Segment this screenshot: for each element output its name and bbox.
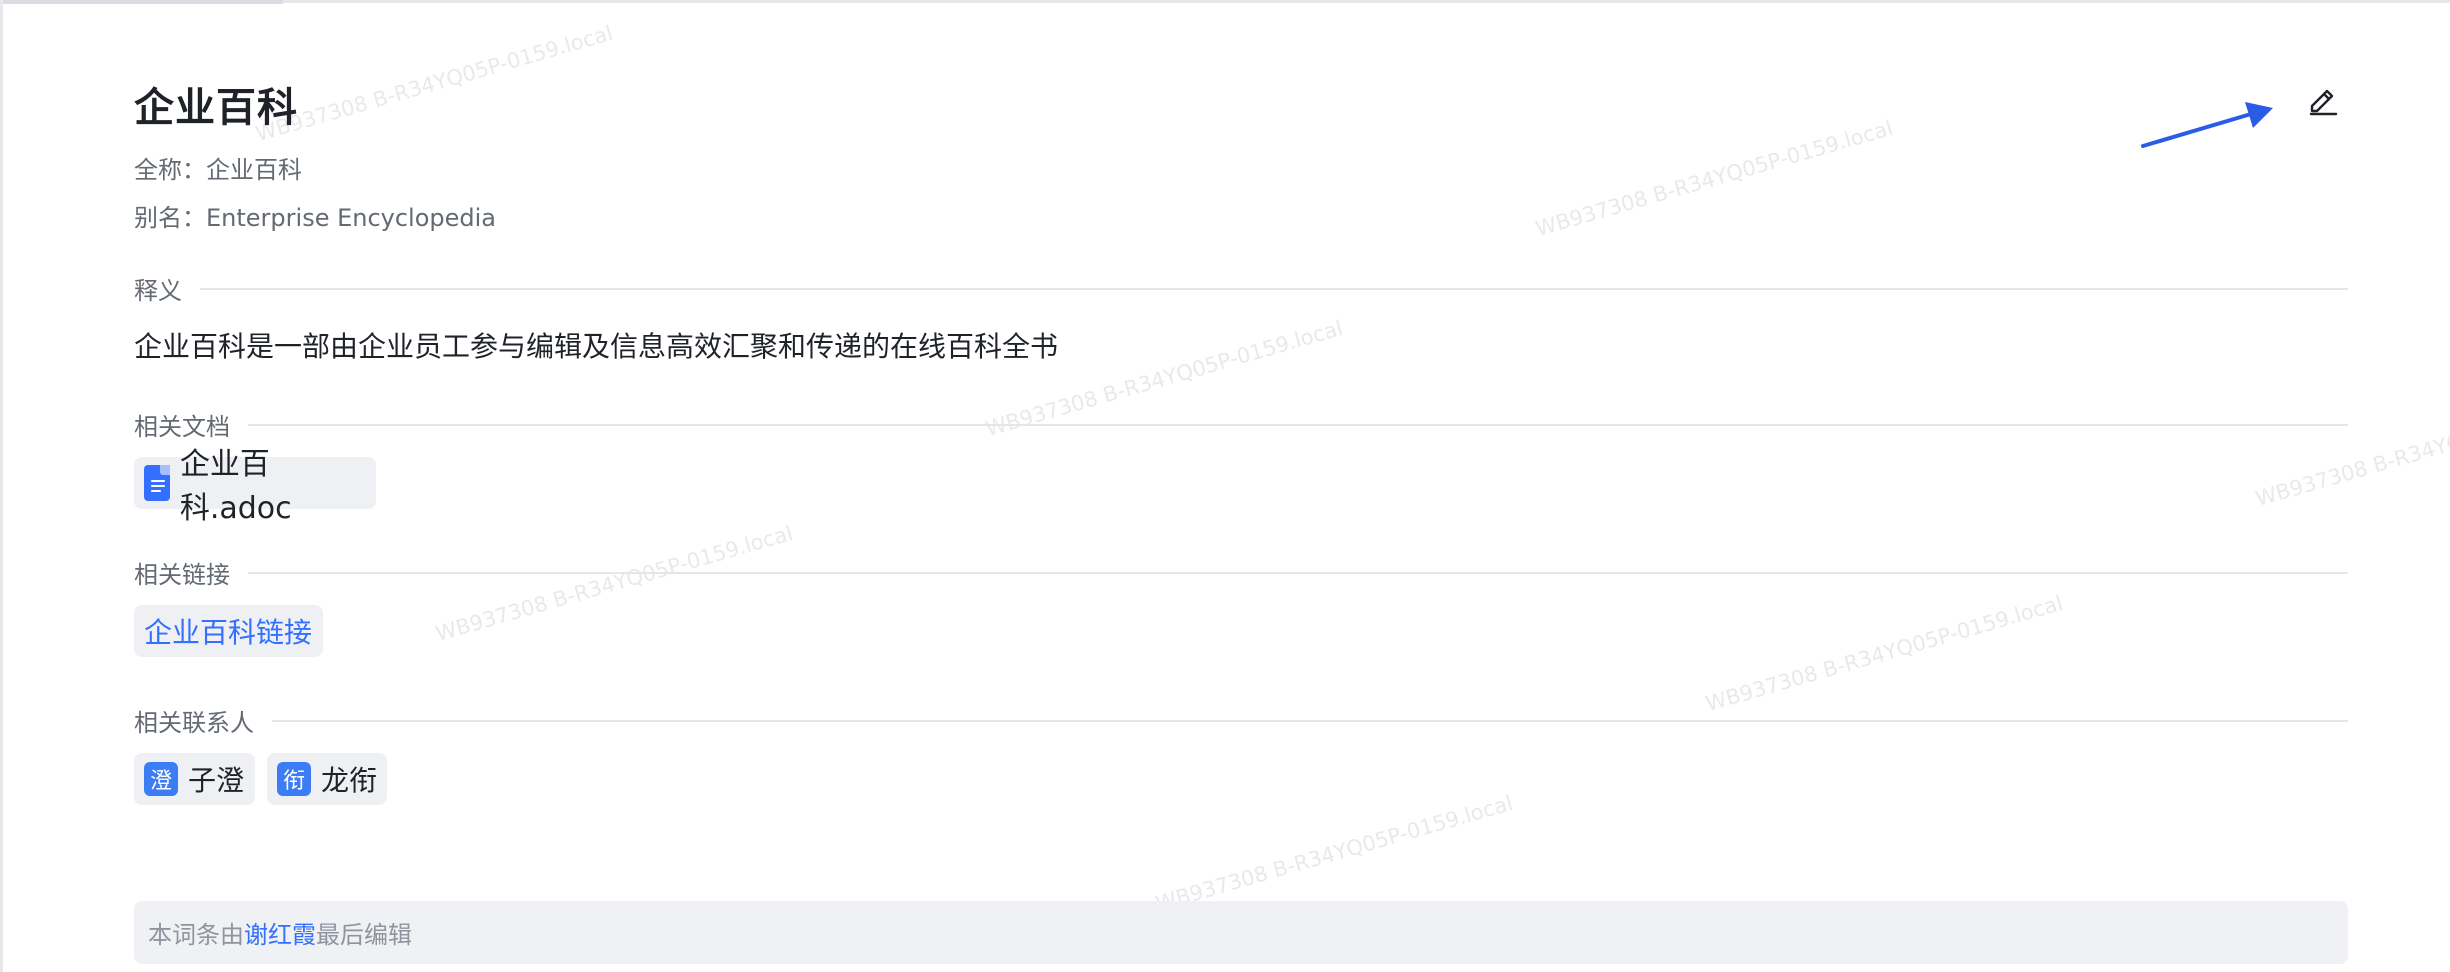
watermark: WB937308 B-R34YQ05P-0159.local (253, 20, 616, 147)
avatar: 澄 (144, 762, 178, 796)
related-doc-name: 企业百科.adoc (179, 447, 292, 526)
definition-text: 企业百科是一部由企业员工参与编辑及信息高效汇聚和传递的在线百科全书 (134, 330, 1059, 363)
entry-title: 企业百科 (134, 85, 298, 131)
divider (134, 720, 2348, 722)
contact-name: 子澄 (188, 764, 245, 797)
full-name-label: 全称： (134, 156, 206, 184)
related-link-chip[interactable]: 企业百科链接 (134, 605, 323, 657)
avatar: 衔 (277, 762, 311, 796)
footer-prefix: 本词条由 (148, 921, 244, 949)
annotation-arrow-icon (2141, 102, 2273, 148)
definition-label: 释义 (134, 271, 200, 306)
related-links-section-header: 相关链接 (134, 555, 2348, 590)
alias-value: Enterprise Encyclopedia (206, 204, 497, 232)
watermark: WB937308 B-R34YQ05P-0159.local (1153, 790, 1516, 917)
encyclopedia-entry-page: WB937308 B-R34YQ05P-0159.local WB937308 … (0, 0, 2450, 972)
related-docs-section-header: 相关文档 (134, 407, 2348, 442)
related-contacts-section-header: 相关联系人 (134, 703, 2348, 738)
alias-row: 别名：Enterprise Encyclopedia (134, 198, 496, 233)
top-tab-indicator (3, 0, 283, 4)
doc-file-icon (144, 465, 170, 501)
editor-link[interactable]: 谢红霞 (244, 915, 316, 950)
alias-label: 别名： (134, 204, 206, 232)
watermark: WB937308 B-R34YQ05P-0159.local (1533, 115, 1896, 242)
contact-chip[interactable]: 澄 子澄 (134, 753, 255, 805)
related-doc-chip[interactable]: 企业百科.adoc (134, 447, 376, 526)
divider (134, 572, 2348, 574)
full-name-value: 企业百科 (206, 156, 302, 184)
related-links-label: 相关链接 (134, 555, 248, 590)
footer-suffix: 最后编辑 (316, 921, 412, 949)
related-link-label: 企业百科链接 (144, 616, 313, 649)
related-docs-label: 相关文档 (134, 407, 248, 442)
watermark: WB937308 B-R34YQ05P-0159.local (1703, 590, 2066, 717)
contact-chip[interactable]: 衔 龙衔 (267, 753, 387, 805)
contact-name: 龙衔 (321, 764, 378, 797)
divider (134, 424, 2348, 426)
definition-section-header: 释义 (134, 271, 2348, 306)
pencil-icon (2309, 89, 2338, 116)
watermark: WB937308 B-R34YQ05P-0159.local (2253, 385, 2450, 512)
full-name-row: 全称：企业百科 (134, 150, 302, 185)
divider (134, 288, 2348, 290)
related-contacts-label: 相关联系人 (134, 703, 272, 738)
last-edited-footer: 本词条由 谢红霞 最后编辑 (134, 901, 2348, 964)
edit-button[interactable] (2303, 79, 2343, 119)
